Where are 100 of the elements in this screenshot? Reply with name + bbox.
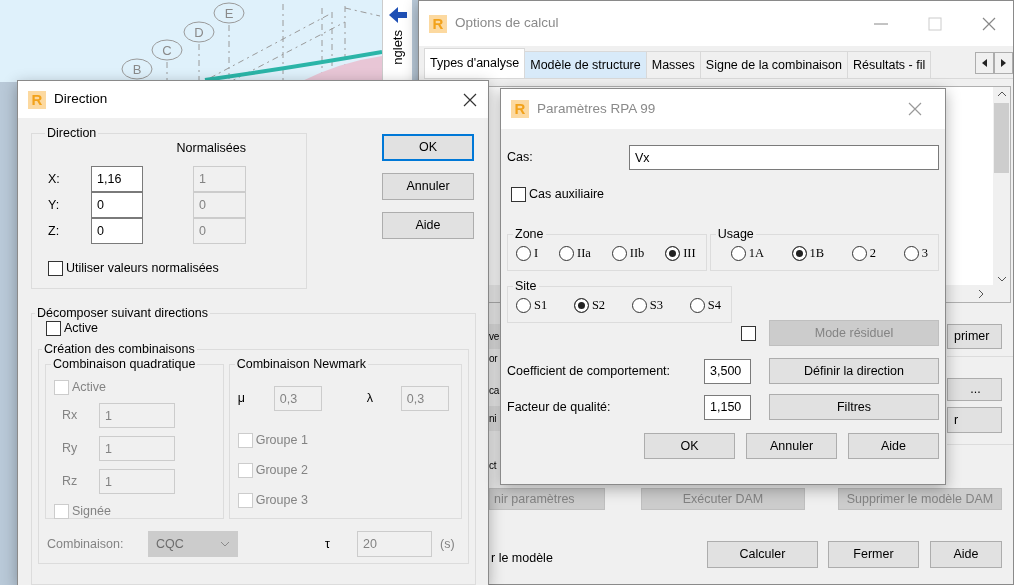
symbol-label: λ [366,391,374,406]
tab-scroll-left-button[interactable] [975,52,994,74]
footer-text: r le modèle [491,551,553,566]
app-logo: R [429,14,447,33]
button[interactable]: Fermer [828,541,919,568]
radio-button[interactable] [631,298,647,313]
tab-scroll-right-button[interactable] [994,52,1013,74]
field-label: Rx [61,408,79,423]
axis-label: Y: [48,197,61,213]
dialog-title: Direction [54,91,108,108]
button[interactable]: Filtres [769,394,939,420]
button[interactable]: OK [382,134,474,161]
close-icon[interactable] [462,91,478,108]
column-heading: Normalisées [175,141,246,156]
app-logo: R [511,100,529,118]
text-field[interactable]: 0 [91,192,143,218]
symbol-label: μ [237,391,246,406]
checkbox[interactable] [511,187,526,202]
radio-label[interactable]: S1 [534,298,548,313]
radio-label[interactable]: S4 [707,298,721,313]
button[interactable]: Aide [930,541,1002,568]
group-title: Direction [46,126,98,141]
caret-left-icon[interactable] [981,59,988,67]
radio-label[interactable]: 2 [869,246,877,261]
radio-label[interactable]: IIb [629,246,645,261]
checkbox-label[interactable]: Active [64,321,99,336]
axis-marker: C [151,39,183,61]
button[interactable]: Définir la direction [769,358,939,384]
button[interactable]: Aide [848,433,939,459]
chevron-right-icon[interactable] [978,288,984,299]
radio-label[interactable]: S2 [591,298,606,313]
radio-button[interactable] [665,246,681,261]
radio-label[interactable]: 3 [921,246,928,261]
radio-button[interactable] [516,246,531,261]
caret-right-icon[interactable] [1000,59,1007,67]
radio-button[interactable] [611,246,627,261]
text-label: ca [489,384,501,398]
radio-button[interactable] [851,246,867,261]
symbol-label: τ [325,536,331,552]
chevron-up-icon[interactable] [996,91,1007,97]
radio-button[interactable] [903,246,919,261]
radio-button[interactable] [689,298,705,313]
group-title: Décomposer suivant directions [36,306,209,321]
button[interactable]: OK [644,433,735,459]
button[interactable]: r [947,407,1002,433]
field-label: Facteur de qualité: [507,399,612,415]
radio-label[interactable]: 1A [748,246,764,261]
tab[interactable]: Modèle de structure [524,51,647,78]
side-tab[interactable]: nglets [389,30,406,65]
radio-label[interactable]: IIa [577,246,591,261]
radio-label[interactable]: S3 [649,298,664,313]
button[interactable]: ni [489,406,501,431]
button[interactable]: Calculer [707,541,818,568]
radio-label[interactable]: I [534,246,539,261]
button[interactable]: ve [489,324,501,349]
radio-button[interactable] [730,246,746,261]
text-field[interactable]: 1,16 [91,166,143,192]
field-label: Ry [61,441,79,456]
checkbox-label[interactable]: Utiliser valeurs normalisées [66,261,219,276]
chevron-down-icon[interactable] [996,276,1007,282]
group-title: Site [514,279,538,294]
radio-button[interactable] [516,298,531,313]
group-title: Zone [514,227,545,242]
button[interactable]: Annuler [382,173,474,200]
group-title: Création des combinaisons [43,342,196,357]
radio-button[interactable] [559,246,574,261]
field-label: Coefficient de comportement: [507,363,672,379]
scrollbar-thumb[interactable] [994,103,1009,173]
arrow-left-icon[interactable] [387,6,408,24]
group-title: Combinaison quadratique [52,357,197,372]
dialog-title: Paramètres RPA 99 [537,100,656,118]
checkbox[interactable] [48,261,63,276]
vertical-scrollbar[interactable] [993,87,1010,286]
group-title: Combinaison Newmark [235,357,367,372]
window-title: Options de calcul [455,15,559,32]
axis-marker: E [213,2,245,24]
axis-marker: D [183,21,215,43]
tab[interactable]: Types d'analyse [424,48,526,78]
text-field[interactable]: 3,500 [704,358,751,384]
radio-button[interactable] [791,246,807,261]
axis-label: Z: [48,223,61,239]
text-label: ct [489,459,498,473]
checkbox[interactable] [46,321,61,336]
field-label: Cas: [507,150,534,165]
button[interactable]: Annuler [746,433,837,459]
button[interactable]: primer [947,324,1002,349]
button[interactable]: Aide [382,212,474,239]
text-field[interactable]: Vx [629,145,939,170]
axis-label: X: [48,171,61,187]
text-field[interactable]: 1,150 [704,394,751,420]
tab[interactable]: Résultats - fil [847,51,932,78]
unit-label: (s) [440,536,455,552]
radio-button[interactable] [573,298,589,313]
button[interactable]: ... [947,378,1002,401]
field-label: Rz [61,474,79,489]
radio-label[interactable]: 1B [809,246,825,261]
checkbox-label[interactable]: Cas auxiliaire [529,187,605,202]
radio-label[interactable]: III [683,246,696,261]
text-field[interactable]: 0 [91,218,143,244]
axis-marker: B [121,58,153,80]
